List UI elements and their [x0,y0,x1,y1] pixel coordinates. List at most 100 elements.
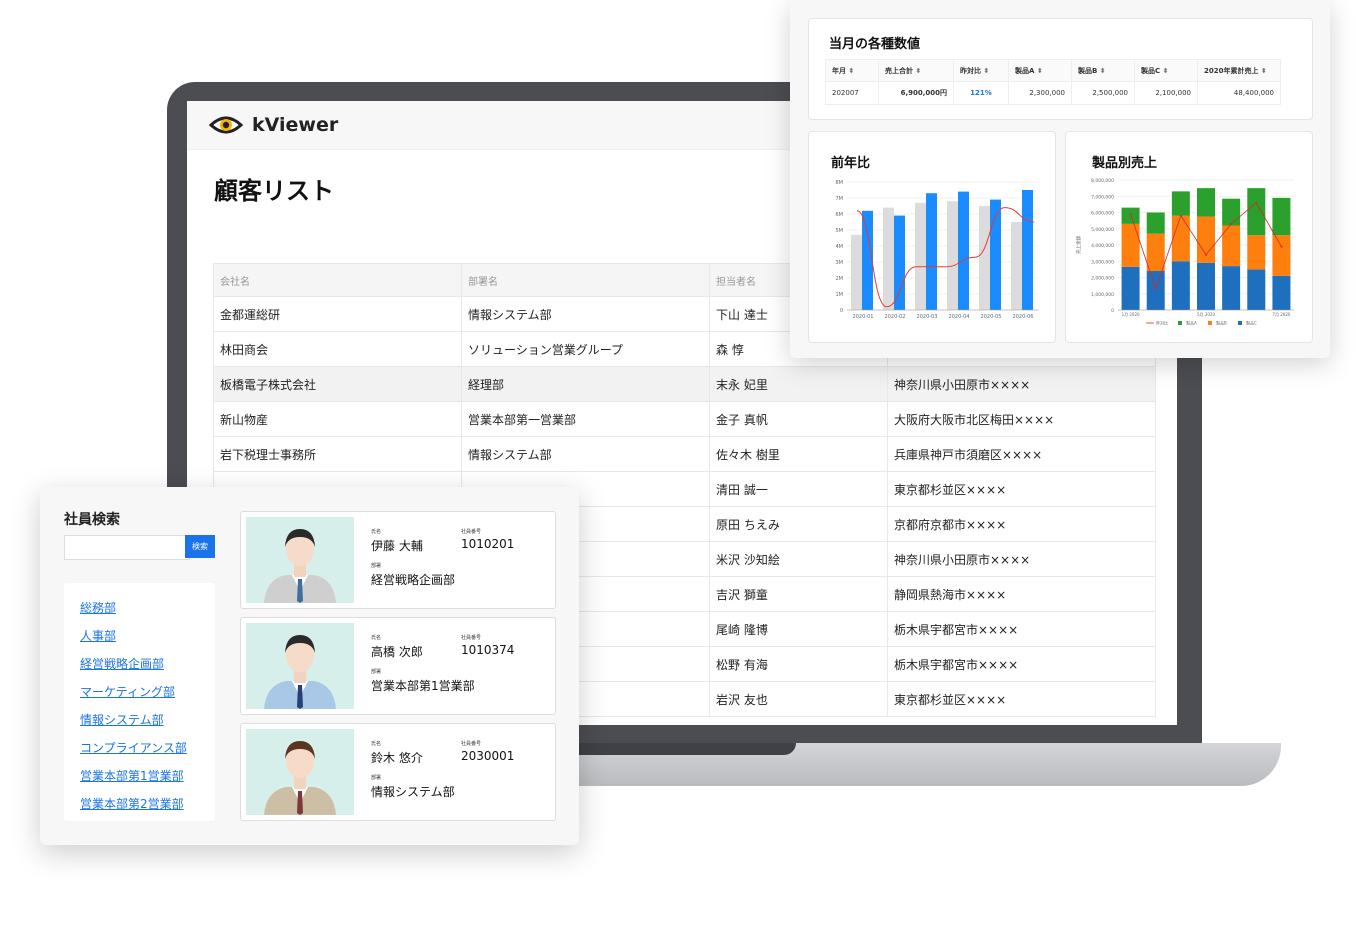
bar[interactable] [1011,222,1022,310]
table-cell: 神奈川県小田原市×××× [887,366,1156,402]
employee-card[interactable]: 氏名 伊藤 大輔 社員番号 1010201 部署 経営戦略企画部 [240,511,556,609]
y-tick-label: 4M [836,244,844,250]
employee-name: 高橋 次郎 [371,645,423,659]
stacked-bar-segment[interactable] [1171,215,1190,262]
stacked-bar-segment[interactable] [1272,197,1291,236]
kpi-column-header[interactable]: 昨対比 ⬍ [953,59,1009,82]
stacked-bar-segment[interactable] [1222,198,1241,226]
sort-icon[interactable]: ⬍ [846,67,854,75]
yoy-point[interactable] [1205,253,1207,256]
stacked-bar-segment[interactable] [1197,262,1215,310]
stacked-bar-segment[interactable] [1146,212,1165,234]
bar[interactable] [851,234,862,310]
sort-icon[interactable]: ⬍ [1258,67,1267,75]
person-avatar-icon [264,741,336,815]
department-link[interactable]: 情報システム部 [80,711,164,728]
stacked-bar-segment[interactable] [1247,188,1266,236]
x-tick-label: 7月 2020 [1272,312,1290,317]
sort-icon[interactable]: ⬍ [1034,67,1043,75]
kpi-column-header[interactable]: 製品A ⬍ [1008,59,1072,82]
y-tick-label: 8,000,000 [1091,178,1114,184]
kpi-column-header[interactable]: 年月 ⬍ [825,59,879,82]
department-link[interactable]: 総務部 [80,599,116,616]
sort-icon[interactable]: ⬍ [913,67,921,75]
kpi-column-header[interactable]: 売上合計 ⬍ [878,59,954,82]
table-row[interactable]: 岩下税理士事務所 情報システム部 佐々木 樹里 兵庫県神戸市須磨区×××× [213,436,1156,472]
stacked-bar-segment[interactable] [1247,235,1266,270]
stacked-bar-segment[interactable] [1247,269,1266,310]
employee-number: 2030001 [461,749,515,763]
kpi-table: 年月 ⬍ 売上合計 ⬍ 昨対比 ⬍ 製品A ⬍ 製品B ⬍ 製品C ⬍ 2020年累計売上 … [825,59,1281,105]
bar[interactable] [1022,190,1033,310]
bar[interactable] [958,191,969,310]
employee-department: 営業本部第1営業部 [371,679,475,693]
department-link[interactable]: 営業本部第1営業部 [80,767,184,784]
stacked-bar-segment[interactable] [1272,235,1291,276]
yoy-chart-title: 前年比 [831,156,871,171]
table-cell: 東京都杉並区×××× [887,681,1156,717]
employee-card[interactable]: 氏名 鈴木 悠介 社員番号 2030001 部署 情報システム部 [240,723,556,821]
table-row[interactable]: 板橋電子株式会社 経理部 末永 妃里 神奈川県小田原市×××× [213,366,1156,402]
department-link[interactable]: 人事部 [80,627,116,644]
bar[interactable] [883,207,894,310]
laptop-notch [560,743,796,755]
stacked-bar-segment[interactable] [1146,271,1165,310]
yoy-point[interactable] [1129,213,1132,216]
legend-swatch [1208,321,1212,325]
stacked-bar-segment[interactable] [1272,275,1291,310]
department-link[interactable]: マーケティング部 [80,683,175,700]
y-tick-label: 0 [840,308,843,314]
yoy-point[interactable] [1154,287,1157,290]
yoy-point[interactable] [1230,222,1233,225]
department-label: 部署 [371,563,382,569]
sort-icon[interactable]: ⬍ [981,67,989,75]
name-label: 氏名 [371,635,382,641]
table-cell: 金都運総研 [213,296,462,332]
sort-icon[interactable]: ⬍ [1097,67,1106,75]
bar[interactable] [926,193,937,310]
table-cell: 営業本部第一営業部 [461,401,710,437]
employee-photo [246,517,354,603]
employee-search-input[interactable] [64,535,190,560]
stacked-bar-segment[interactable] [1171,261,1190,310]
search-button[interactable]: 検索 [185,535,215,558]
bar[interactable] [915,202,926,310]
department-link[interactable]: 営業本部第2営業部 [80,795,184,812]
kpi-column-label: 製品A [1015,66,1035,75]
department-link[interactable]: 経営戦略企画部 [80,655,164,672]
stacked-bar-segment[interactable] [1222,266,1241,310]
department-link[interactable]: コンプライアンス部 [80,739,187,756]
kpi-column-header[interactable]: 2020年累計売上 ⬍ [1197,59,1281,82]
yoy-point[interactable] [1179,214,1182,217]
kpi-row: 202007 6,900,000円 121% 2,300,000 2,500,000 2,… [825,81,1281,105]
bar[interactable] [947,201,958,310]
y-tick-label: 1,000,000 [1091,292,1114,298]
bar[interactable] [862,210,873,310]
person-avatar-icon [264,529,336,603]
yoy-chart: 0 1M 2M 3M 4M 5M 6M 7M 8M 2020-01 2020-02 2020-03 20… [836,180,1039,320]
stacked-bar-segment[interactable] [1171,191,1190,216]
yoy-point[interactable] [1280,245,1283,248]
stacked-bar-segment[interactable] [1121,266,1140,310]
y-tick-label: 2,000,000 [1091,276,1114,282]
table-row[interactable]: 新山物産 営業本部第一営業部 金子 真帆 大阪府大阪市北区梅田×××× [213,401,1156,437]
bar[interactable] [894,215,905,310]
sort-icon[interactable]: ⬍ [1160,67,1169,75]
yoy-point[interactable] [1255,201,1258,204]
table-cell: 東京都杉並区×××× [887,471,1156,507]
column-header[interactable]: 会社名 [213,263,462,297]
kpi-column-header[interactable]: 製品C ⬍ [1134,59,1198,82]
kpi-card: 当月の各種数値 年月 ⬍ 売上合計 ⬍ 昨対比 ⬍ 製品A ⬍ 製品B ⬍ 製品C ⬍ 20… [808,18,1313,120]
column-header[interactable]: 部署名 [461,263,710,297]
stacked-bar-segment[interactable] [1197,216,1215,263]
stacked-bar-segment[interactable] [1197,188,1215,217]
y-tick-label: 2M [836,276,844,282]
table-cell: 原田 ちえみ [709,506,888,542]
stacked-bar-segment[interactable] [1121,207,1140,224]
bar[interactable] [979,206,990,310]
y-tick-label: 8M [836,180,844,186]
employee-card[interactable]: 氏名 高橋 次郎 社員番号 1010374 部署 営業本部第1営業部 [240,617,556,715]
stacked-bar-segment[interactable] [1146,233,1165,271]
stacked-bar-segment[interactable] [1121,223,1140,267]
kpi-column-header[interactable]: 製品B ⬍ [1071,59,1135,82]
